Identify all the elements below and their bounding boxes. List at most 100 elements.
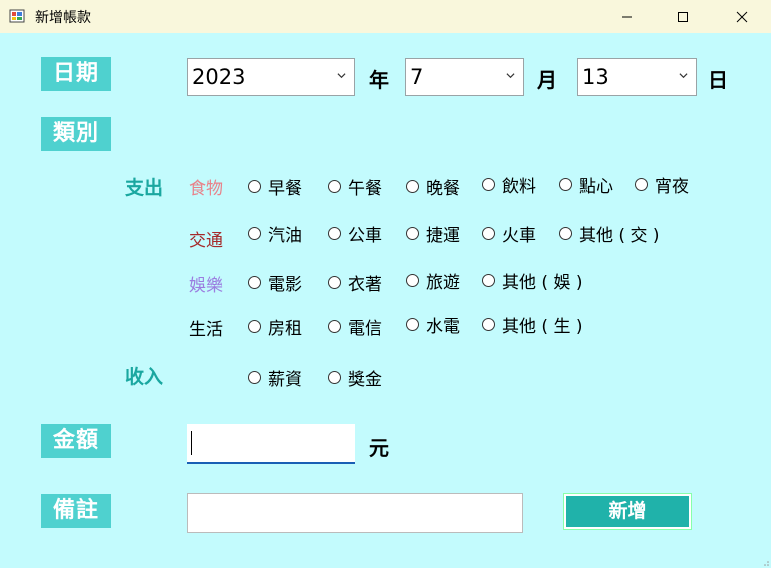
radio-rent[interactable]: 房租 xyxy=(248,316,302,339)
radio-circle xyxy=(248,370,261,384)
add-button[interactable]: 新增 xyxy=(563,493,692,530)
radio-label: 電影 xyxy=(268,274,302,295)
year-unit: 年 xyxy=(369,68,389,92)
radio-circle xyxy=(406,179,419,193)
radio-mrt[interactable]: 捷運 xyxy=(406,223,460,246)
radio-living-other[interactable]: 其他 ( 生 ) xyxy=(482,314,583,337)
radio-label: 飲料 xyxy=(502,176,536,197)
radio-bus[interactable]: 公車 xyxy=(328,223,382,246)
radio-label: 其他 ( 娛 ) xyxy=(502,272,583,293)
radio-label: 獎金 xyxy=(348,369,382,390)
radio-circle xyxy=(328,179,341,193)
radio-label: 午餐 xyxy=(348,178,382,199)
radio-circle xyxy=(406,317,419,331)
radio-label: 捷運 xyxy=(426,225,460,246)
radio-circle xyxy=(248,319,261,333)
radio-drink[interactable]: 飲料 xyxy=(482,174,536,197)
radio-breakfast[interactable]: 早餐 xyxy=(248,176,302,199)
radio-entertainment-other[interactable]: 其他 ( 娛 ) xyxy=(482,270,583,293)
radio-bonus[interactable]: 獎金 xyxy=(328,367,382,390)
radio-late-snack[interactable]: 宵夜 xyxy=(635,174,689,197)
radio-label: 公車 xyxy=(348,225,382,246)
radio-circle xyxy=(635,177,648,191)
subcat-entertainment: 娛樂 xyxy=(189,276,223,296)
radio-label: 其他 ( 交 ) xyxy=(579,225,660,246)
window-title: 新增帳款 xyxy=(35,10,91,26)
radio-circle xyxy=(248,275,261,289)
title-bar: 新增帳款 xyxy=(0,0,771,33)
radio-circle xyxy=(482,177,495,191)
radio-label: 點心 xyxy=(579,176,613,197)
radio-circle xyxy=(482,317,495,331)
radio-dinner[interactable]: 晚餐 xyxy=(406,176,460,199)
chevron-down-icon xyxy=(679,73,688,79)
radio-movie[interactable]: 電影 xyxy=(248,272,302,295)
radio-utilities[interactable]: 水電 xyxy=(406,314,460,337)
year-value: 2023 xyxy=(192,65,246,89)
radio-label: 宵夜 xyxy=(655,176,689,197)
radio-travel[interactable]: 旅遊 xyxy=(406,270,460,293)
radio-circle xyxy=(482,273,495,287)
radio-clothing[interactable]: 衣著 xyxy=(328,272,382,295)
day-select[interactable]: 13 xyxy=(577,58,697,96)
maximize-icon xyxy=(678,11,688,22)
app-icon xyxy=(9,9,25,23)
radio-label: 房租 xyxy=(268,318,302,339)
close-icon xyxy=(736,11,748,22)
amount-label: 金額 xyxy=(41,424,111,458)
category-label: 類別 xyxy=(41,117,111,151)
chevron-down-icon xyxy=(506,73,515,79)
amount-unit: 元 xyxy=(369,436,389,460)
radio-label: 晚餐 xyxy=(426,178,460,199)
radio-label: 其他 ( 生 ) xyxy=(502,316,583,337)
radio-circle xyxy=(482,226,495,240)
radio-circle xyxy=(328,226,341,240)
chevron-down-icon xyxy=(337,73,346,79)
radio-salary[interactable]: 薪資 xyxy=(248,367,302,390)
radio-transport-other[interactable]: 其他 ( 交 ) xyxy=(559,223,660,246)
subcat-food: 食物 xyxy=(189,179,223,199)
radio-label: 薪資 xyxy=(268,369,302,390)
radio-circle xyxy=(328,370,341,384)
radio-train[interactable]: 火車 xyxy=(482,223,536,246)
close-button[interactable] xyxy=(719,0,765,33)
radio-label: 火車 xyxy=(502,225,536,246)
minimize-button[interactable] xyxy=(604,0,650,33)
minimize-icon xyxy=(622,16,632,17)
amount-input[interactable] xyxy=(187,424,355,464)
note-label: 備註 xyxy=(41,494,111,528)
date-label: 日期 xyxy=(41,57,111,91)
radio-gas[interactable]: 汽油 xyxy=(248,223,302,246)
add-record-window: 新增帳款 日期 2023 年 7 月 13 日 類別 支出 食物 早餐 午餐 晚… xyxy=(0,0,771,568)
radio-label: 汽油 xyxy=(268,225,302,246)
resize-grip-icon[interactable] xyxy=(761,558,769,566)
radio-lunch[interactable]: 午餐 xyxy=(328,176,382,199)
radio-label: 早餐 xyxy=(268,178,302,199)
expense-label: 支出 xyxy=(125,177,164,199)
subcat-transport: 交通 xyxy=(189,231,223,251)
day-value: 13 xyxy=(582,65,609,89)
subcat-living: 生活 xyxy=(189,320,223,340)
radio-telecom[interactable]: 電信 xyxy=(328,316,382,339)
income-label: 收入 xyxy=(125,366,164,388)
month-value: 7 xyxy=(410,65,424,89)
radio-snack[interactable]: 點心 xyxy=(559,174,613,197)
radio-circle xyxy=(559,177,572,191)
maximize-button[interactable] xyxy=(660,0,706,33)
radio-label: 水電 xyxy=(426,316,460,337)
radio-label: 旅遊 xyxy=(426,272,460,293)
radio-label: 電信 xyxy=(348,318,382,339)
month-unit: 月 xyxy=(537,68,557,92)
radio-circle xyxy=(328,275,341,289)
radio-circle xyxy=(328,319,341,333)
radio-circle xyxy=(248,226,261,240)
day-unit: 日 xyxy=(708,68,728,92)
radio-circle xyxy=(559,226,572,240)
radio-circle xyxy=(406,273,419,287)
note-input[interactable] xyxy=(187,493,523,533)
radio-label: 衣著 xyxy=(348,274,382,295)
text-cursor xyxy=(191,431,192,455)
year-select[interactable]: 2023 xyxy=(187,58,355,96)
month-select[interactable]: 7 xyxy=(405,58,524,96)
radio-circle xyxy=(406,226,419,240)
